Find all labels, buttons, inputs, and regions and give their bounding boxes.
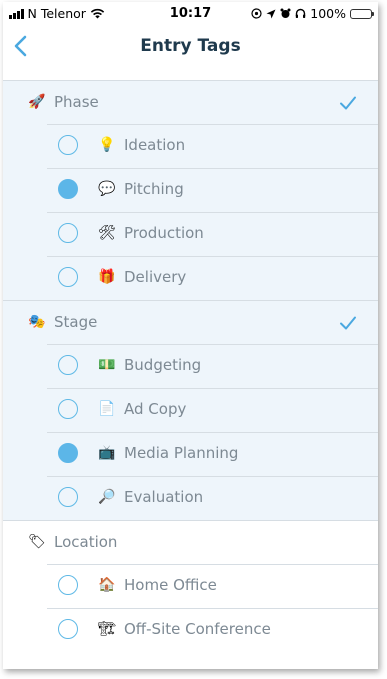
tag-item-row[interactable]: 🎁 Delivery xyxy=(3,256,378,300)
tag-item-row[interactable]: 📺 Media Planning xyxy=(3,432,378,476)
phone-screen: N Telenor 10:17 100% Entry Tags 🚀 Phase … xyxy=(3,2,378,669)
tag-item-label: Delivery xyxy=(124,268,187,286)
radio-unselected-icon[interactable] xyxy=(58,487,78,507)
tag-item-row[interactable]: 💵 Budgeting xyxy=(3,344,378,388)
radio-unselected-icon[interactable] xyxy=(58,267,78,287)
tag-emoji-icon: 📺 xyxy=(98,445,116,461)
tag-item-label: Media Planning xyxy=(124,444,239,462)
tag-emoji-icon: 💬 xyxy=(98,181,116,197)
tag-emoji-icon: 🏗 xyxy=(98,621,116,637)
group-label: Location xyxy=(54,533,118,551)
group-row-location[interactable]: 🏷 Location xyxy=(3,520,378,564)
status-bar: N Telenor 10:17 100% xyxy=(3,2,378,24)
group-label: Phase xyxy=(54,93,99,111)
group-row-phase[interactable]: 🚀 Phase xyxy=(3,80,378,124)
tag-item-row[interactable]: 🏗 Off-Site Conference xyxy=(3,608,378,652)
tag-emoji-icon: 🏠 xyxy=(98,577,116,593)
tag-item-row[interactable]: 🏠 Home Office xyxy=(3,564,378,608)
group-row-stage[interactable]: 🎭 Stage xyxy=(3,300,378,344)
group-emoji-icon: 🎭 xyxy=(28,314,46,330)
battery-icon xyxy=(350,8,374,19)
tag-item-label: Production xyxy=(124,224,204,242)
tag-item-row[interactable]: 💬 Pitching xyxy=(3,168,378,212)
group-label: Stage xyxy=(54,313,98,331)
nav-bar: Entry Tags xyxy=(3,24,378,68)
tag-emoji-icon: 🔎 xyxy=(98,489,116,505)
radio-selected-icon[interactable] xyxy=(58,179,78,199)
tag-item-row[interactable]: 💡 Ideation xyxy=(3,124,378,168)
radio-selected-icon[interactable] xyxy=(58,443,78,463)
screen-lock-icon xyxy=(251,8,262,19)
tag-emoji-icon: 💵 xyxy=(98,357,116,373)
radio-unselected-icon[interactable] xyxy=(58,399,78,419)
tag-item-label: Budgeting xyxy=(124,356,202,374)
location-icon xyxy=(266,9,276,18)
tag-list: 🚀 Phase 💡 Ideation 💬 Pitching 🛠 Production 🎁 Deli… xyxy=(3,80,378,652)
tag-item-label: Ad Copy xyxy=(124,400,187,418)
group-emoji-icon: 🏷 xyxy=(28,534,46,550)
tag-emoji-icon: 💡 xyxy=(98,137,116,153)
checkmark-icon xyxy=(340,96,356,110)
tag-item-row[interactable]: 🔎 Evaluation xyxy=(3,476,378,520)
radio-unselected-icon[interactable] xyxy=(58,619,78,639)
tag-item-label: Pitching xyxy=(124,180,184,198)
page-title: Entry Tags xyxy=(140,36,241,56)
headphones-icon xyxy=(296,8,306,18)
radio-unselected-icon[interactable] xyxy=(58,135,78,155)
checkmark-icon xyxy=(340,316,356,330)
tag-emoji-icon: 📄 xyxy=(98,401,116,417)
radio-unselected-icon[interactable] xyxy=(58,355,78,375)
status-right: 100% xyxy=(251,6,374,21)
group-emoji-icon: 🚀 xyxy=(28,94,46,110)
tag-item-label: Ideation xyxy=(124,136,186,154)
radio-unselected-icon[interactable] xyxy=(58,575,78,595)
tag-emoji-icon: 🛠 xyxy=(98,225,116,241)
alarm-icon xyxy=(280,8,291,18)
tag-item-row[interactable]: 📄 Ad Copy xyxy=(3,388,378,432)
tag-item-label: Off-Site Conference xyxy=(124,620,271,638)
tag-item-label: Evaluation xyxy=(124,488,204,506)
radio-unselected-icon[interactable] xyxy=(58,223,78,243)
battery-percent: 100% xyxy=(310,6,346,21)
tag-item-label: Home Office xyxy=(124,576,217,594)
tag-item-row[interactable]: 🛠 Production xyxy=(3,212,378,256)
tag-emoji-icon: 🎁 xyxy=(98,269,116,285)
